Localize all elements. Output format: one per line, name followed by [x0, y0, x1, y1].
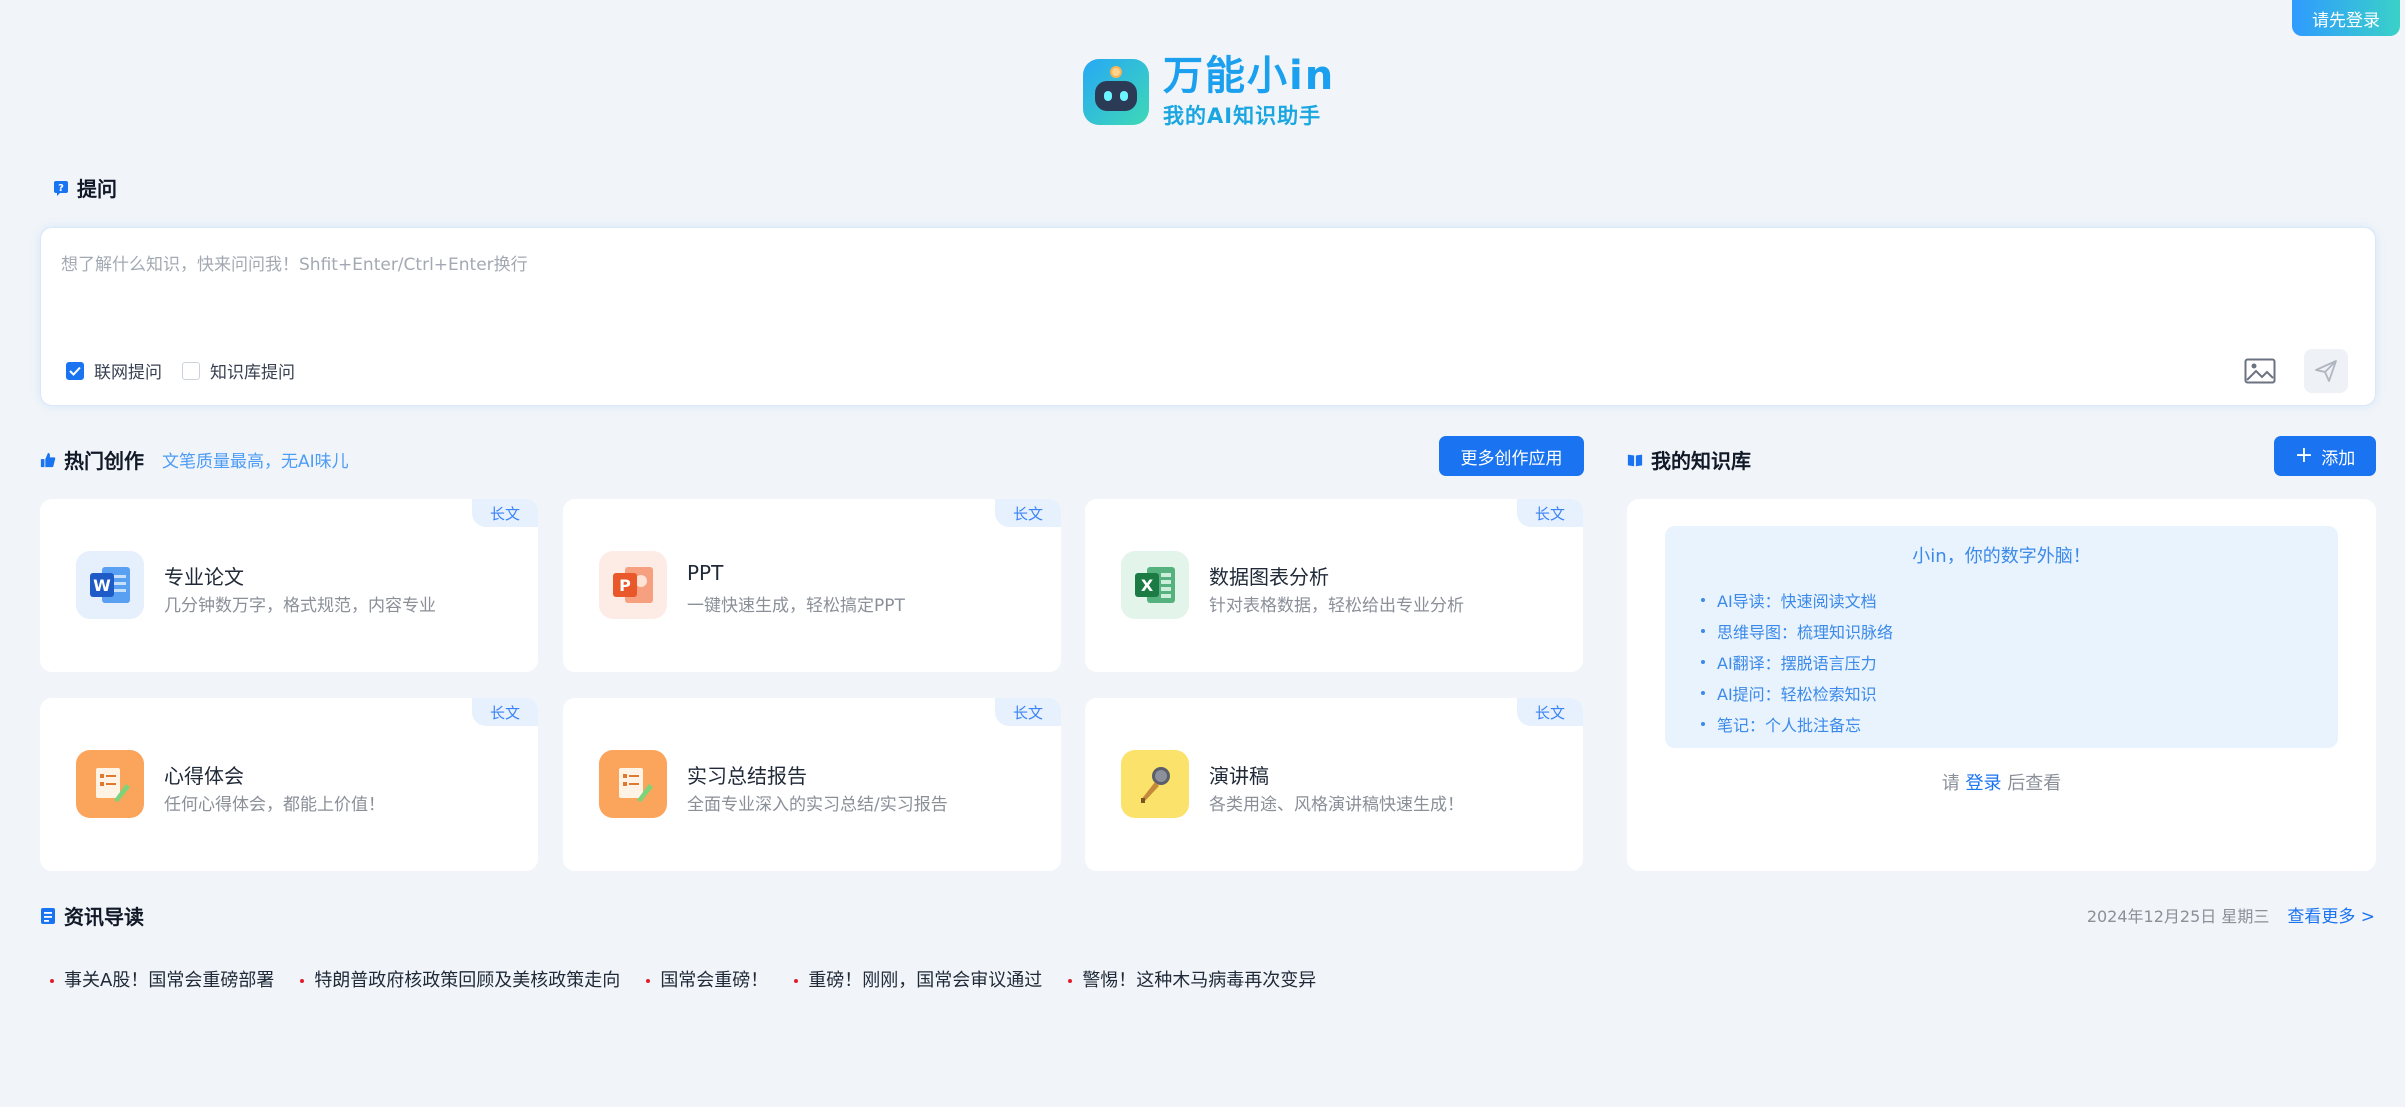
news-item[interactable]: 重磅！刚刚，国常会审议通过 — [794, 966, 1042, 992]
thumbs-up-icon — [40, 451, 56, 469]
long-text-tag: 长文 — [995, 698, 1061, 726]
web-search-checkbox[interactable]: 联网提问 — [66, 358, 162, 383]
svg-text:P: P — [619, 576, 631, 595]
kb-panel: 小in，你的数字外脑！ AI导读：快速阅读文档 思维导图：梳理知识脉络 AI翻译… — [1627, 499, 2376, 871]
document-pen-icon — [76, 750, 144, 818]
card-title: 数据图表分析 — [1209, 565, 1329, 589]
long-text-tag: 长文 — [472, 499, 538, 527]
app-logo: 万能小in 我的AI知识助手 — [1083, 54, 1335, 130]
ppt-icon: P — [599, 551, 667, 619]
card-thesis[interactable]: 长文 W 专业论文 几分钟数万字，格式规范，内容专业 — [40, 499, 538, 672]
list-item: AI导读：快速阅读文档 — [1701, 584, 1893, 615]
svg-text:W: W — [93, 576, 111, 595]
checkbox-checked-icon[interactable] — [66, 361, 84, 380]
kb-search-label: 知识库提问 — [210, 363, 295, 383]
news-list: 事关A股！国常会重磅部署 特朗普政府核政策回顾及美核政策走向 国常会重磅！ 重磅… — [50, 966, 1342, 992]
document-pen-icon — [599, 750, 667, 818]
card-desc: 各类用途、风格演讲稿快速生成！ — [1209, 795, 1464, 815]
logo-title: 万能小in — [1163, 53, 1336, 99]
kb-intro: 小in，你的数字外脑！ AI导读：快速阅读文档 思维导图：梳理知识脉络 AI翻译… — [1665, 526, 2338, 748]
more-apps-button[interactable]: 更多创作应用 — [1439, 436, 1584, 476]
card-desc: 针对表格数据，轻松给出专业分析 — [1209, 596, 1464, 616]
news-item[interactable]: 国常会重磅！ — [646, 966, 768, 992]
book-icon — [1627, 451, 1643, 469]
microphone-icon — [1121, 750, 1189, 818]
word-icon: W — [76, 551, 144, 619]
kb-login-link[interactable]: 登录 — [1966, 773, 2002, 794]
card-desc: 一键快速生成，轻松搞定PPT — [687, 596, 905, 616]
card-reflection[interactable]: 长文 心得体会 任何心得体会，都能上价值！ — [40, 698, 538, 871]
list-item: AI提问：轻松检索知识 — [1701, 677, 1893, 708]
long-text-tag: 长文 — [1517, 499, 1583, 527]
news-item[interactable]: 警惕！这种木马病毒再次变异 — [1068, 966, 1316, 992]
svg-text:?: ? — [58, 183, 64, 194]
long-text-tag: 长文 — [472, 698, 538, 726]
hot-section-title: 热门创作 文笔质量最高，无AI味儿 — [40, 445, 349, 474]
news-doc-icon — [40, 907, 56, 925]
long-text-tag: 长文 — [1517, 698, 1583, 726]
list-item: 思维导图：梳理知识脉络 — [1701, 615, 1893, 646]
card-title: 实习总结报告 — [687, 764, 807, 788]
long-text-tag: 长文 — [995, 499, 1061, 527]
card-title: 专业论文 — [164, 565, 244, 589]
logo-subtitle: 我的AI知识助手 — [1163, 104, 1322, 128]
card-desc: 几分钟数万字，格式规范，内容专业 — [164, 596, 436, 616]
svg-text:X: X — [1141, 576, 1154, 595]
ask-section-title: ? 提问 — [53, 173, 117, 202]
kb-login-hint: 请 登录 后查看 — [1941, 773, 2062, 794]
ask-input[interactable]: 想了解什么知识，快来问问我！Shfit+Enter/Ctrl+Enter换行 — [61, 250, 528, 275]
login-button[interactable]: 请先登录 — [2292, 0, 2400, 36]
news-item[interactable]: 特朗普政府核政策回顾及美核政策走向 — [300, 966, 620, 992]
news-date: 2024年12月25日 星期三 — [2086, 906, 2270, 926]
web-search-label: 联网提问 — [94, 363, 162, 383]
hot-subtitle: 文笔质量最高，无AI味儿 — [162, 452, 349, 472]
robot-logo-icon — [1083, 59, 1149, 125]
card-desc: 全面专业深入的实习总结/实习报告 — [687, 795, 948, 815]
card-title: PPT — [687, 561, 724, 585]
kb-intro-title: 小in，你的数字外脑！ — [1912, 546, 2091, 567]
card-title: 心得体会 — [164, 764, 244, 788]
card-data-analysis[interactable]: 长文 X 数据图表分析 针对表格数据，轻松给出专业分析 — [1085, 499, 1583, 672]
plus-icon: + — [2294, 443, 2314, 468]
image-upload-icon[interactable] — [2244, 358, 2276, 384]
kb-add-button[interactable]: + 添加 — [2274, 436, 2376, 476]
kb-section-title: 我的知识库 — [1627, 445, 1751, 474]
ask-input-box[interactable]: 想了解什么知识，快来问问我！Shfit+Enter/Ctrl+Enter换行 联… — [40, 227, 2376, 406]
checkbox-unchecked-icon[interactable] — [182, 361, 200, 380]
send-button[interactable] — [2304, 349, 2348, 393]
news-item[interactable]: 事关A股！国常会重磅部署 — [50, 966, 274, 992]
question-icon: ? — [53, 179, 69, 197]
kb-search-checkbox[interactable]: 知识库提问 — [182, 358, 295, 383]
card-internship-report[interactable]: 长文 实习总结报告 全面专业深入的实习总结/实习报告 — [563, 698, 1061, 871]
excel-icon: X — [1121, 551, 1189, 619]
card-ppt[interactable]: 长文 P PPT 一键快速生成，轻松搞定PPT — [563, 499, 1061, 672]
card-title: 演讲稿 — [1209, 764, 1269, 788]
news-section-title: 资讯导读 — [40, 901, 144, 930]
card-desc: 任何心得体会，都能上价值！ — [164, 795, 385, 815]
list-item: AI翻译：摆脱语言压力 — [1701, 646, 1893, 677]
list-item: 笔记：个人批注备忘 — [1701, 708, 1893, 739]
news-more-link[interactable]: 查看更多 > — [2287, 902, 2375, 927]
send-icon — [2315, 360, 2337, 382]
card-speech[interactable]: 长文 演讲稿 各类用途、风格演讲稿快速生成！ — [1085, 698, 1583, 871]
